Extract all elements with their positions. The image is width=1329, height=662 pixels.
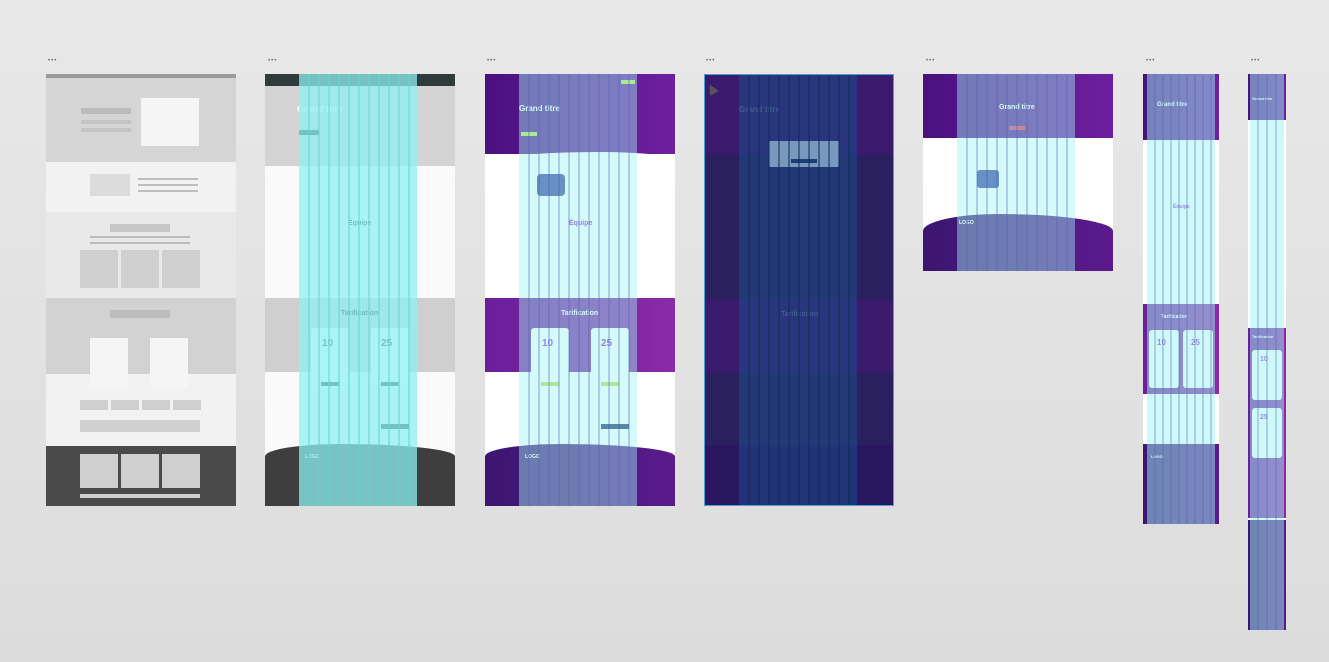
price-value: 25 [381,338,393,349]
hero-title: Grand titre [297,104,344,114]
wire-hero-image [141,98,199,146]
illustration [977,170,999,188]
wire-plan [150,338,188,388]
wire-tag [111,400,139,410]
wave [923,138,1113,154]
pricing-title: Tarification [1161,314,1188,320]
price-value: 10 [322,338,334,349]
submit-button [601,424,629,429]
plan-button [381,382,399,386]
wave [485,152,675,172]
illustration [537,174,565,196]
price-value: 25 [1260,414,1268,421]
pricing-title: Tarification [1252,334,1274,339]
footer [923,214,1113,271]
submit-button [381,424,409,429]
plan-button [601,382,619,386]
footer [705,445,893,505]
frame-label-6[interactable]: ••• [1146,58,1155,64]
price-value: 25 [1191,338,1200,347]
hero-title: Grand titre [519,104,560,113]
footer [485,444,675,506]
plan-card [311,328,349,388]
pricing-title: Tarification [561,310,599,317]
wire-card [80,250,118,288]
team-title: Équipe [569,220,593,227]
hero-section [265,86,455,166]
frame-label-3[interactable]: ••• [487,58,496,64]
modal-overlay-frame[interactable]: Grand titre Tarification [704,74,894,506]
wire-hero-line [81,120,131,124]
wave [265,166,455,190]
wire-text-line [90,236,190,238]
plan-button [541,382,559,386]
wire-card [121,250,159,288]
wire-pricing-title [110,310,170,318]
frame-label-5[interactable]: ••• [926,58,935,64]
tablet-frame[interactable]: Grand titre LOGO [923,74,1113,271]
footer-logo: LOGO [525,454,540,460]
wire-text-line [138,184,198,186]
wire-team-title [110,224,170,232]
wire-tag [142,400,170,410]
wire-form [80,420,200,432]
team-title: Équipe [348,220,372,227]
frame-label-4[interactable]: ••• [706,58,715,64]
pricing-title: Tarification [341,310,379,317]
frame-label-7[interactable]: ••• [1251,58,1260,64]
styled-gray-frame[interactable]: Grand titre Équipe Tarification 10 25 LO… [265,74,455,506]
footer [265,444,455,506]
hero-title: Grand titre [1252,96,1273,101]
footer-logo: LOGO [1151,454,1163,459]
plan-button [321,382,339,386]
wire-hero-line [81,108,131,114]
price-value: 10 [1260,356,1268,363]
wire-footer-col [80,454,118,488]
wire-hero-line [81,128,131,132]
wire-text-line [138,178,198,180]
team-title: Équipe [1173,204,1190,210]
price-value: 25 [601,338,613,349]
price-value: 10 [542,338,554,349]
wire-tag [173,400,201,410]
hero-button [299,130,319,135]
wire-footer-col [121,454,159,488]
mobile-frame[interactable]: Grand titre Tarification 10 25 [1248,74,1286,630]
hero-title: Grand titre [739,105,780,114]
wire-tag [80,400,108,410]
hero-title: Grand titre [999,104,1035,111]
hero-button [1009,126,1025,130]
nav-cta [621,80,635,84]
purple-design-frame[interactable]: Grand titre Équipe Tarification 10 25 LO… [485,74,675,506]
wire-footer-bar [80,494,200,498]
wire-image [90,174,130,196]
frame-label-1[interactable]: ••• [48,58,57,64]
modal-button[interactable] [791,159,817,163]
modal-dialog [769,141,839,167]
hero-section [485,74,675,154]
hero-title: Grand titre [1157,102,1188,108]
wire-text-line [90,242,190,244]
wireframe-frame[interactable] [46,74,236,506]
hero-button [521,132,537,136]
wire-text-line [138,190,198,192]
tablet-portrait-frame[interactable]: Grand titre Équipe Tarification 10 25 LO… [1143,74,1219,524]
pricing-title: Tarification [781,311,819,318]
plan-card [371,328,409,388]
footer [1248,520,1286,630]
footer-logo: LOGO [959,220,974,226]
wire-card [162,250,200,288]
footer-logo: LOGO [305,454,320,460]
wire-plan [90,338,128,388]
price-value: 10 [1157,338,1166,347]
frame-label-2[interactable]: ••• [268,58,277,64]
wire-footer-col [162,454,200,488]
nav-bar [265,74,455,86]
